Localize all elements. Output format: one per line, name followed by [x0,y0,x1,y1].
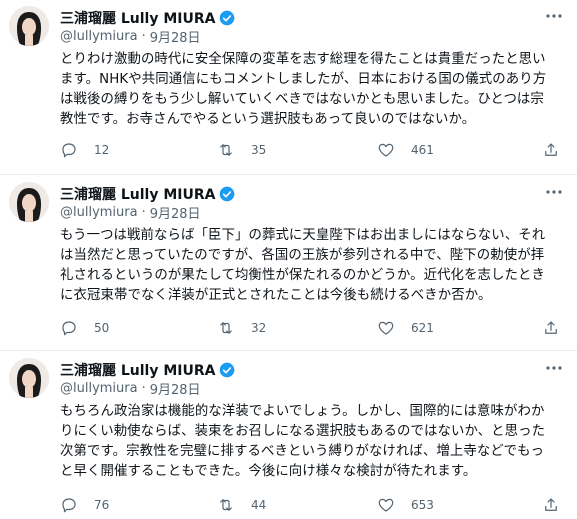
display-name[interactable]: 三浦瑠麗 Lully MIURA [60,8,215,28]
verified-badge-icon [219,362,235,378]
reply-icon [62,321,76,336]
like-icon [378,143,394,157]
tweet-actions: 12 35 461 [60,140,568,160]
handle[interactable]: @lullymiura [60,29,138,44]
tweet-text: もちろん政治家は機能的な洋装でよいでしょう。しかし、国際的には意味がわか りにく… [60,402,568,482]
share-icon [545,321,557,334]
separator-dot: · [141,204,146,220]
tweet-text-line: もう一つは戦前ならば「臣下」の葬式に天皇陛下はお出ましにはならない、それ [60,228,546,243]
retweet-count: 32 [251,321,267,335]
display-name[interactable]: 三浦瑠麗 Lully MIURA [60,360,215,380]
display-name[interactable]: 三浦瑠麗 Lully MIURA [60,184,215,204]
avatar[interactable] [9,182,49,222]
tweet-date[interactable]: 9月28日 [150,27,201,46]
handle[interactable]: @lullymiura [60,205,138,220]
reply-button[interactable]: 12 [60,140,109,160]
tweet-text-line: に衣冠束帯でなく洋装が正式とされたことは今後も続けるべきか否か。 [60,288,492,303]
retweet-icon [220,499,232,511]
retweet-count: 35 [251,143,267,157]
divider [0,174,577,175]
tweet-text-line: 次第です。宗教性を完璧に排するべきという縛りがなければ、増上寺などでもっ [60,444,545,459]
divider [0,350,577,351]
like-count: 653 [411,498,434,512]
verified-badge-icon [219,186,235,202]
retweet-button[interactable]: 44 [217,495,266,515]
tweet-actions: 50 32 621 [60,318,568,338]
share-icon [545,498,557,511]
reply-icon [62,143,76,158]
share-button[interactable] [542,318,560,338]
like-icon [378,498,394,512]
tweet-date[interactable]: 9月28日 [150,379,201,398]
verified-badge-icon [219,10,235,26]
more-icon[interactable] [543,184,565,200]
separator-dot: · [141,380,146,396]
reply-count: 76 [94,498,110,512]
like-count: 621 [411,321,434,335]
share-button[interactable] [542,140,560,160]
retweet-count: 44 [251,498,267,512]
like-button[interactable]: 461 [377,140,434,160]
reply-icon [62,498,76,513]
tweet-text: とりわけ激動の時代に安全保障の変革を志す総理を得たことは貴重だったと思い ます。… [60,50,568,130]
tweet-text-line: ます。NHKや共同通信にもコメントしましたが、日本における国の儀式のあり方 [60,72,547,87]
like-count: 461 [411,143,434,157]
reply-count: 12 [94,143,110,157]
tweet-text-line: は戦後の縛りをもう少し解いていくべきではないかとも思いました。ひとつは宗 [60,92,544,107]
tweet-2[interactable]: 三浦瑠麗 Lully MIURA @lullymiura · 9月28日 もう一… [0,176,577,354]
tweet-text-line: 礼されるというのが果たして均衡性が保たれるのかどうか。近代化を志したとき [60,268,545,283]
retweet-icon [220,144,232,156]
tweet-date[interactable]: 9月28日 [150,203,201,222]
avatar[interactable] [9,6,49,46]
handle[interactable]: @lullymiura [60,381,138,396]
tweet-text-line: は当然だと思っていたのですが、各国の王族が参列される中で、陛下の勅使が拝 [60,248,545,263]
avatar[interactable] [9,358,49,398]
tweet-1[interactable]: 三浦瑠麗 Lully MIURA @lullymiura · 9月28日 とりわ… [0,0,577,178]
reply-button[interactable]: 76 [60,495,109,515]
tweet-text-line: りにくい勅使ならば、装束をお召しになる選択肢もあるのではないか、と思った [60,424,546,439]
tweet-text-line: とりわけ激動の時代に安全保障の変革を志す総理を得たことは貴重だったと思い [60,52,546,67]
more-icon[interactable] [543,360,565,376]
like-icon [378,321,394,335]
share-button[interactable] [542,495,560,515]
share-icon [545,143,557,156]
tweet-text-line: 教性です。お寺さんでやるという選択肢もあって良いのではないか。 [60,112,476,127]
tweet-3[interactable]: 三浦瑠麗 Lully MIURA @lullymiura · 9月28日 もちろ… [0,352,577,519]
like-button[interactable]: 621 [377,318,434,338]
tweet-actions: 76 44 653 [60,495,568,515]
tweet-text-line: もちろん政治家は機能的な洋装でよいでしょう。しかし、国際的には意味がわか [60,404,545,419]
tweet-text: もう一つは戦前ならば「臣下」の葬式に天皇陛下はお出ましにはならない、それ は当然… [60,226,568,306]
more-icon[interactable] [543,8,565,24]
retweet-icon [220,322,232,334]
like-button[interactable]: 653 [377,495,434,515]
tweet-text-line: と早く開催することもできた。今後に向け様々な検討が待たれます。 [60,464,477,479]
reply-button[interactable]: 50 [60,318,109,338]
separator-dot: · [141,28,146,44]
reply-count: 50 [94,321,110,335]
retweet-button[interactable]: 35 [217,140,266,160]
retweet-button[interactable]: 32 [217,318,266,338]
